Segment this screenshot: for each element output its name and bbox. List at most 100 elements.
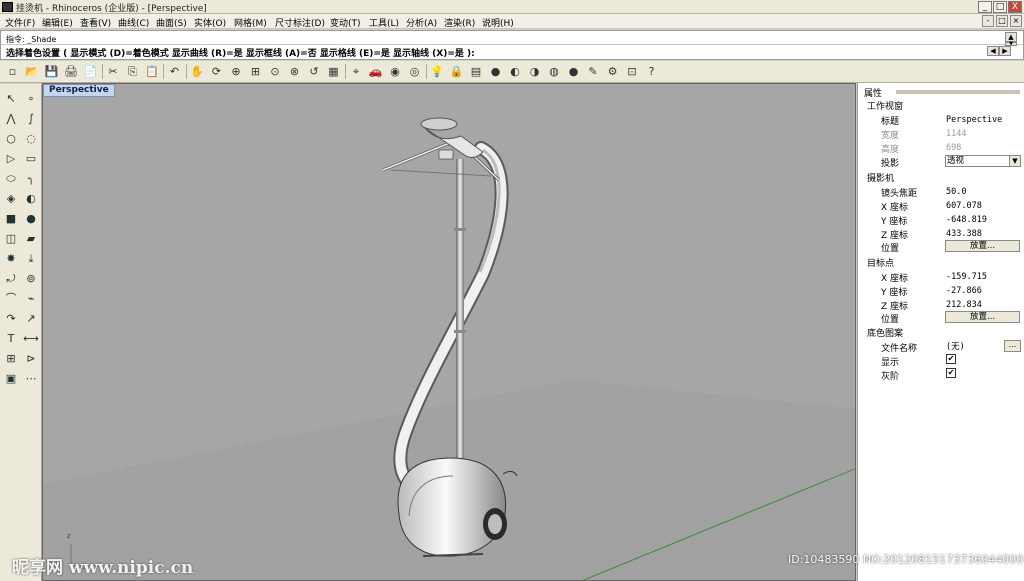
pan-hand-icon[interactable]: ✋ xyxy=(189,63,206,80)
offset-icon[interactable]: ↷ xyxy=(2,310,20,328)
mdi-close-button[interactable]: × xyxy=(1010,15,1022,27)
menu-surface[interactable]: 曲面(S) xyxy=(156,16,187,29)
section-wallpaper[interactable]: 底色图案 xyxy=(867,326,903,339)
menu-solid[interactable]: 实体(O) xyxy=(194,16,226,29)
set-cplane-icon[interactable]: ⌖ xyxy=(348,63,365,80)
show-icon[interactable]: ◎ xyxy=(406,63,423,80)
four-viewports-icon[interactable]: ▦ xyxy=(325,63,342,80)
loft-icon[interactable]: ⌒ xyxy=(2,290,20,308)
circle-icon[interactable]: ○ xyxy=(2,130,20,148)
prompt-scroll-left-button[interactable]: ◀ xyxy=(987,46,999,56)
print-icon[interactable]: 🖨 xyxy=(63,63,80,80)
select-arrow-icon[interactable]: ↖ xyxy=(2,90,20,108)
undo-view-icon[interactable]: ↺ xyxy=(306,63,323,80)
text-icon[interactable]: T xyxy=(2,330,20,348)
grayscale-checkbox[interactable]: ✔ xyxy=(946,368,956,378)
close-button[interactable]: X xyxy=(1008,1,1022,13)
paste-icon[interactable]: 📋 xyxy=(144,63,161,80)
target-y-field[interactable]: -27.866 xyxy=(945,285,1021,297)
zoom-dynamic-icon[interactable]: ⊗ xyxy=(286,63,303,80)
cut-icon[interactable]: ✂ xyxy=(105,63,122,80)
help-icon[interactable]: ? xyxy=(643,63,660,80)
hide-icon[interactable]: ◉ xyxy=(387,63,404,80)
target-place-button[interactable]: 放置... xyxy=(945,311,1020,323)
polyline-icon[interactable]: ⋀ xyxy=(2,110,20,128)
transform-icon[interactable]: ↗ xyxy=(22,310,40,328)
solid-box-icon[interactable]: ▣ xyxy=(2,370,20,388)
explode-icon[interactable]: ✸ xyxy=(2,250,20,268)
section-camera[interactable]: 摄影机 xyxy=(867,171,894,184)
target-z-field[interactable]: 212.834 xyxy=(945,299,1021,311)
blue-sphere-icon[interactable]: ● xyxy=(565,63,582,80)
array-icon[interactable]: ⊞ xyxy=(2,350,20,368)
projection-select[interactable]: 透视 ▼ xyxy=(945,155,1021,167)
mdi-minimize-button[interactable]: - xyxy=(982,15,994,27)
show-checkbox[interactable]: ✔ xyxy=(946,354,956,364)
menu-view[interactable]: 查看(V) xyxy=(80,16,111,29)
split-icon[interactable]: ⤓ xyxy=(22,250,40,268)
trim-icon[interactable]: ⤾ xyxy=(2,270,20,288)
sphere-icon[interactable]: ● xyxy=(22,210,40,228)
dimension-icon[interactable]: ⟷ xyxy=(22,330,40,348)
ellipse-icon[interactable]: ⬭ xyxy=(2,170,20,188)
camera-z-field[interactable]: 433.388 xyxy=(945,228,1021,240)
minimize-button[interactable]: _ xyxy=(978,1,992,13)
lock-icon[interactable]: 🔒 xyxy=(448,63,465,80)
box-icon[interactable]: ■ xyxy=(2,210,20,228)
undo-icon[interactable]: ↶ xyxy=(166,63,183,80)
car-icon[interactable]: 🚗 xyxy=(367,63,384,80)
polygon-icon[interactable]: ▷ xyxy=(2,150,20,168)
color-wheel-icon[interactable]: ● xyxy=(487,63,504,80)
point-icon[interactable]: ∘ xyxy=(22,90,40,108)
rotate-view-icon[interactable]: ⟳ xyxy=(208,63,225,80)
new-file-icon[interactable]: ▫ xyxy=(4,63,21,80)
grid-icon[interactable]: ⋯ xyxy=(22,370,40,388)
fillet-icon[interactable]: ╮ xyxy=(22,170,40,188)
menu-render[interactable]: 渲染(R) xyxy=(444,16,475,29)
camera-x-field[interactable]: 607.078 xyxy=(945,200,1021,212)
menu-transform[interactable]: 变动(T) xyxy=(330,16,361,29)
options-icon[interactable]: ⚙ xyxy=(604,63,621,80)
zoom-window-icon[interactable]: ⊕ xyxy=(228,63,245,80)
menu-dimension[interactable]: 尺寸标注(D) xyxy=(275,16,325,29)
layer-icon[interactable]: ▤ xyxy=(468,63,485,80)
rendered-sphere-icon[interactable]: ◐ xyxy=(507,63,524,80)
menu-edit[interactable]: 编辑(E) xyxy=(42,16,73,29)
menu-curve[interactable]: 曲线(C) xyxy=(118,16,149,29)
maximize-button[interactable]: □ xyxy=(993,1,1007,13)
import-icon[interactable]: 📄 xyxy=(82,63,99,80)
command-prompt[interactable]: 选择着色设置 ( 显示模式 (D)=着色模式 显示曲线 (R)=是 显示框线 (… xyxy=(6,46,475,59)
target-x-field[interactable]: -159.715 xyxy=(945,271,1021,283)
cylinder-icon[interactable]: ◫ xyxy=(2,230,20,248)
mirror-icon[interactable]: ⊳ xyxy=(22,350,40,368)
paint-icon[interactable]: ✎ xyxy=(585,63,602,80)
section-viewport[interactable]: 工作视窗 xyxy=(867,99,903,112)
browse-file-button[interactable]: ... xyxy=(1004,340,1021,352)
menu-file[interactable]: 文件(F) xyxy=(5,16,35,29)
perspective-viewport[interactable]: z Perspective xyxy=(42,83,856,581)
camera-place-button[interactable]: 放置... xyxy=(945,240,1020,252)
lens-field[interactable]: 50.0 xyxy=(945,186,1021,198)
render-icon[interactable]: ◍ xyxy=(546,63,563,80)
copy-icon[interactable]: ⎘ xyxy=(124,63,141,80)
camera-y-field[interactable]: -648.819 xyxy=(945,214,1021,226)
extrude-icon[interactable]: ▰ xyxy=(22,230,40,248)
save-icon[interactable]: 💾 xyxy=(43,63,60,80)
title-field[interactable]: Perspective xyxy=(945,114,1021,126)
menu-tools[interactable]: 工具(L) xyxy=(369,16,399,29)
lightbulb-icon[interactable]: 💡 xyxy=(429,63,446,80)
curve-icon[interactable]: ∫ xyxy=(22,110,40,128)
revolve-icon[interactable]: ◐ xyxy=(22,190,40,208)
surface-icon[interactable]: ◈ xyxy=(2,190,20,208)
sweep-icon[interactable]: ⌁ xyxy=(22,290,40,308)
viewport-title-tab[interactable]: Perspective xyxy=(43,84,115,97)
section-target[interactable]: 目标点 xyxy=(867,256,894,269)
menu-mesh[interactable]: 网格(M) xyxy=(234,16,267,29)
mdi-restore-button[interactable]: □ xyxy=(996,15,1008,27)
menu-analyze[interactable]: 分析(A) xyxy=(406,16,437,29)
grid-snap-icon[interactable]: ⊡ xyxy=(624,63,641,80)
menu-help[interactable]: 说明(H) xyxy=(482,16,514,29)
rectangle-icon[interactable]: ▭ xyxy=(22,150,40,168)
shaded-sphere-icon[interactable]: ◑ xyxy=(526,63,543,80)
open-file-icon[interactable]: 📂 xyxy=(24,63,41,80)
